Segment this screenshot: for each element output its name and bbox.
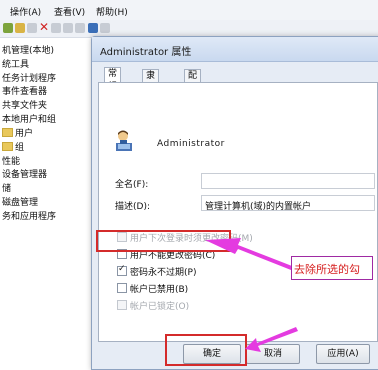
account-name: Administrator [157, 139, 225, 149]
account-locked-label: 帐户已锁定(O) [130, 302, 190, 312]
fullname-label: 全名(F): [115, 180, 149, 190]
tab-member-of[interactable]: 隶属于 [142, 69, 160, 107]
tree-item-local-users-groups[interactable]: 本地用户和组 [2, 112, 56, 125]
console-tree: 机管理(本地) 统工具 任务计划程序 事件查看器 共享文件夹 本地用户和组 用户… [0, 38, 96, 366]
tab-profile[interactable]: 配置文件 [184, 69, 202, 120]
tree-item-system-tools[interactable]: 统工具 [2, 57, 29, 70]
tree-item-shared-folders[interactable]: 共享文件夹 [2, 98, 47, 111]
tree-item-groups[interactable]: 组 [2, 140, 24, 153]
tree-item-event-viewer[interactable]: 事件查看器 [2, 84, 47, 97]
description-value: 管理计算机(域)的内置帐户 [205, 202, 312, 212]
folder-icon [2, 142, 13, 151]
description-label: 描述(D): [115, 202, 150, 212]
callout-text: 去除所选的勾 [294, 263, 360, 276]
tree-item-groups-label: 组 [15, 143, 25, 153]
tree-item-task-scheduler[interactable]: 任务计划程序 [2, 71, 56, 84]
help-icon[interactable] [88, 23, 98, 33]
dialog-title: Administrator 属性 [100, 47, 192, 58]
account-disabled-checkbox[interactable] [117, 283, 127, 293]
account-disabled-label: 帐户已禁用(B) [130, 285, 189, 295]
cancel-button[interactable]: 取消 [246, 344, 300, 364]
apply-button[interactable]: 应用(A) [316, 344, 370, 364]
password-never-expires-label: 密码永不过期(P) [130, 268, 197, 278]
menu-bar: 操作(A) 查看(V) 帮助(H) [0, 0, 378, 21]
dialog-titlebar[interactable]: Administrator 属性 [92, 37, 378, 62]
tree-item-computer-management[interactable]: 机管理(本地) [2, 43, 54, 56]
properties-dialog: Administrator 属性 常规 隶属于 配置文件 Administrat… [91, 36, 378, 370]
delete-icon[interactable]: ✕ [39, 21, 49, 33]
folder-icon[interactable] [15, 23, 25, 33]
tree-item-users-label: 用户 [15, 129, 34, 139]
tree-item-device-manager[interactable]: 设备管理器 [2, 167, 47, 180]
general-panel: Administrator 全名(F): 描述(D): 管理计算机(域)的内置帐… [98, 82, 378, 342]
callout-box: 去除所选的勾 [291, 256, 373, 280]
menu-action[interactable]: 操作(A) [10, 5, 41, 18]
tree-item-users[interactable]: 用户 [2, 126, 33, 139]
tab-general[interactable]: 常规 [104, 67, 122, 92]
tree-item-storage[interactable]: 储 [2, 181, 11, 194]
tree-item-disk-management[interactable]: 磁盘管理 [2, 195, 38, 208]
user-icon [116, 130, 132, 151]
highlight-ok-button [165, 334, 247, 366]
list-icon[interactable] [27, 23, 37, 33]
account-locked-checkbox[interactable] [117, 300, 127, 310]
properties-icon[interactable] [51, 23, 61, 33]
tree-item-performance[interactable]: 性能 [2, 154, 20, 167]
password-never-expires-checkbox[interactable] [117, 264, 127, 276]
highlight-disabled-checkbox [96, 230, 231, 252]
refresh-icon[interactable] [63, 23, 73, 33]
tree-item-services-apps[interactable]: 务和应用程序 [2, 209, 56, 222]
export-icon[interactable] [75, 23, 85, 33]
folder-icon [2, 128, 13, 137]
menu-help[interactable]: 帮助(H) [96, 5, 128, 18]
forward-icon[interactable] [3, 23, 13, 33]
view-icon[interactable] [100, 23, 110, 33]
fullname-input[interactable] [201, 173, 375, 189]
menu-view[interactable]: 查看(V) [54, 5, 85, 18]
